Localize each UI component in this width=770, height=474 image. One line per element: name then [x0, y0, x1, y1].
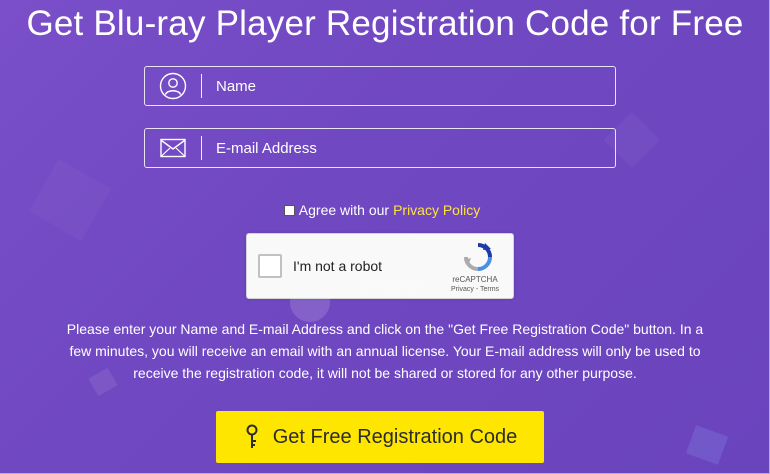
agree-row: Agree with our Privacy Policy [0, 202, 770, 218]
mail-icon [145, 129, 201, 167]
agree-label: Agree with our [298, 202, 390, 218]
field-divider [201, 136, 202, 160]
recaptcha-logo-icon [463, 242, 493, 272]
decorative-shape [29, 159, 111, 241]
email-field[interactable] [144, 128, 616, 168]
name-field[interactable] [144, 66, 616, 106]
agree-checkbox[interactable] [283, 204, 295, 216]
user-icon [145, 67, 201, 105]
privacy-policy-link[interactable]: Privacy Policy [393, 202, 480, 218]
watermark: MY DAILY [290, 280, 480, 322]
name-input[interactable] [216, 67, 615, 105]
info-text: Please enter your Name and E-mail Addres… [66, 321, 704, 381]
key-icon [243, 424, 261, 450]
recaptcha-label: I'm not a robot [293, 258, 383, 274]
watermark-text: MY DAILY [364, 282, 422, 292]
email-input[interactable] [216, 129, 615, 167]
recaptcha-checkbox[interactable] [258, 254, 282, 278]
field-divider [201, 74, 202, 98]
get-registration-code-button[interactable]: Get Free Registration Code [216, 411, 544, 463]
watermark-logo-icon [290, 282, 330, 322]
page-title: Get Blu-ray Player Registration Code for… [26, 4, 744, 43]
decorative-shape [685, 425, 729, 465]
get-registration-code-label: Get Free Registration Code [272, 425, 518, 448]
